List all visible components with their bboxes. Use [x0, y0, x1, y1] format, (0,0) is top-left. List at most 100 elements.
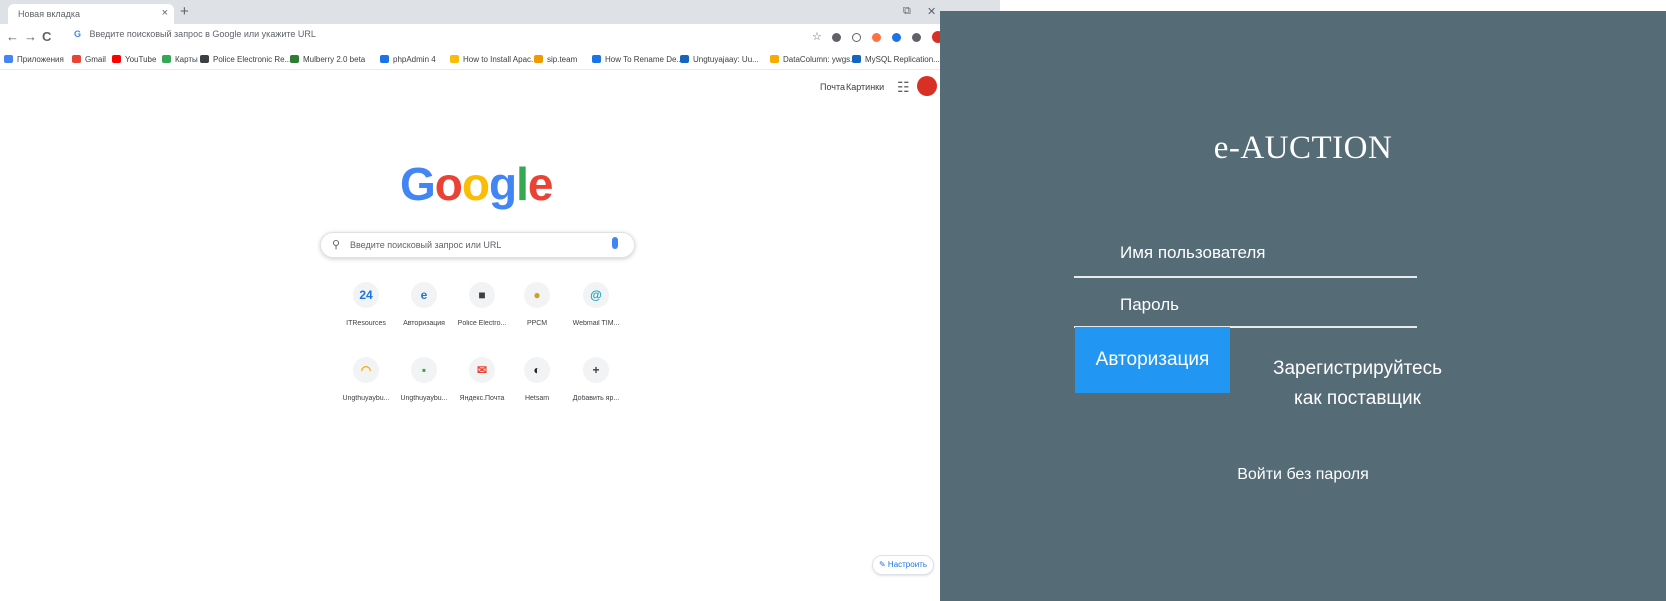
bookmark-favicon-icon — [770, 55, 779, 63]
shortcut-favicon-icon: ● — [524, 282, 550, 308]
bookmark-favicon-icon — [592, 55, 601, 63]
close-window-icon[interactable]: ✕ — [927, 5, 936, 18]
bookmark-item[interactable]: Ungtuyajaay: Uu... — [680, 55, 759, 64]
search-icon: ⚲ — [332, 239, 341, 251]
bookmark-label: Приложения — [17, 55, 64, 64]
new-tab-button[interactable]: + — [180, 3, 189, 20]
logo-letter: G — [400, 158, 436, 210]
address-bar[interactable]: G Введите поисковый запрос в Google или … — [74, 29, 864, 47]
address-bar-placeholder: Введите поисковый запрос в Google или ук… — [89, 29, 316, 39]
reload-icon[interactable]: C — [42, 30, 51, 44]
microphone-icon[interactable] — [612, 237, 618, 249]
tab-title: Новая вкладка — [18, 9, 81, 19]
bookmark-label: How to Install Apac... — [463, 55, 538, 64]
shortcut-tile[interactable]: @ Webmail TIM... — [560, 282, 632, 327]
username-field[interactable]: Имя пользователя — [1120, 243, 1266, 263]
avatar[interactable] — [917, 76, 937, 96]
google-logo: Google — [400, 157, 560, 210]
bookmark-label: How To Rename De... — [605, 55, 684, 64]
bookmark-item[interactable]: Mulberry 2.0 beta — [290, 55, 365, 64]
shortcut-favicon-icon: + — [583, 357, 609, 383]
shortcut-favicon-icon: ▪ — [411, 357, 437, 383]
browser-toolbar: ← → C G Введите поисковый запрос в Googl… — [0, 24, 1000, 52]
bookmark-item[interactable]: phpAdmin 4 — [380, 55, 436, 64]
extension-icon[interactable] — [852, 33, 861, 42]
restore-window-icon[interactable]: ⧉ — [903, 5, 911, 18]
customize-button[interactable]: ✎ Настроить — [872, 555, 934, 575]
bookmark-item[interactable]: MySQL Replication... — [852, 55, 940, 64]
bookmark-label: Карты — [175, 55, 198, 64]
bookmark-item[interactable]: Gmail — [72, 55, 106, 64]
forward-arrow-icon[interactable]: → — [24, 30, 37, 44]
extension-icon[interactable] — [832, 33, 841, 42]
apps-grid-icon[interactable]: ☷ — [897, 79, 910, 96]
logo-letter: o — [461, 158, 490, 210]
bookmark-favicon-icon — [162, 55, 171, 63]
bookmark-item[interactable]: sip.team — [534, 55, 577, 64]
bookmark-item[interactable]: Приложения — [4, 55, 64, 64]
bookmarks-bar: Приложения Gmail YouTube Карты Police Electr… — [0, 52, 1000, 70]
google-g-icon: G — [74, 29, 82, 39]
bookmark-favicon-icon — [200, 55, 209, 63]
logo-letter: e — [527, 158, 554, 210]
shortcut-favicon-icon: @ — [583, 282, 609, 308]
shortcut-tile[interactable]: + Добавить яр... — [560, 357, 632, 402]
bookmark-label: MySQL Replication... — [865, 55, 940, 64]
username-underline — [1074, 276, 1417, 278]
bookmark-item[interactable]: How To Rename De... — [592, 55, 683, 64]
bookmark-label: Mulberry 2.0 beta — [303, 55, 366, 64]
register-line-2: как поставщик — [1294, 388, 1421, 409]
shortcut-favicon-icon: 24 — [353, 282, 379, 308]
bookmark-favicon-icon — [72, 55, 81, 63]
register-line-1: Зарегистрируйтесь — [1272, 358, 1443, 379]
new-tab-page: Почта Картинки ☷ Google ⚲ 24ITResourcese… — [0, 70, 1000, 601]
tab-strip: Новая вкладка × + ⧉ ✕ — [0, 0, 1000, 24]
shortcut-favicon-icon: ■ — [469, 282, 495, 308]
back-arrow-icon[interactable]: ← — [6, 30, 19, 44]
bookmark-label: Gmail — [85, 55, 106, 64]
bookmark-favicon-icon — [680, 55, 689, 63]
bookmark-favicon-icon — [852, 55, 861, 63]
images-link[interactable]: Картинки — [846, 82, 884, 92]
logo-letter: g — [489, 158, 517, 210]
bookmark-favicon-icon — [112, 55, 121, 63]
extension-icon[interactable] — [892, 33, 901, 42]
browser-window: Новая вкладка × + ⧉ ✕ ← → C G Введите по… — [0, 0, 1000, 601]
bookmark-item[interactable]: Police Electronic Re... — [200, 55, 291, 64]
logo-letter: l — [516, 158, 529, 210]
shortcut-favicon-icon: ✉ — [469, 357, 495, 383]
bookmark-favicon-icon — [290, 55, 299, 63]
shortcut-favicon-icon: ◐ — [524, 357, 550, 383]
gmail-link[interactable]: Почта — [820, 82, 845, 92]
bookmark-item[interactable]: DataColumn: ywgs... — [770, 55, 857, 64]
bookmark-label: Ungtuyajaay: Uu... — [693, 55, 759, 64]
bookmark-label: YouTube — [125, 55, 157, 64]
register-supplier-link[interactable]: Зарегистрируйтесь как поставщик — [1265, 354, 1450, 414]
bookmark-star-icon[interactable]: ☆ — [812, 30, 822, 44]
close-icon[interactable]: × — [162, 7, 168, 19]
tab-new-tab[interactable]: Новая вкладка × — [8, 4, 174, 24]
bookmark-item[interactable]: Карты — [162, 55, 198, 64]
bookmark-favicon-icon — [4, 55, 13, 63]
shortcut-favicon-icon: e — [411, 282, 437, 308]
bookmark-label: sip.team — [547, 55, 578, 64]
login-button[interactable]: Авторизация — [1075, 327, 1230, 393]
extension-icon[interactable] — [872, 33, 881, 42]
bookmark-label: DataColumn: ywgs... — [783, 55, 857, 64]
bookmark-item[interactable]: YouTube — [112, 55, 156, 64]
bookmark-label: phpAdmin 4 — [393, 55, 436, 64]
auction-login-panel: e-AUCTION Имя пользователя Пароль Автори… — [940, 11, 1666, 601]
bookmark-item[interactable]: How to Install Apac... — [450, 55, 538, 64]
search-input[interactable] — [350, 237, 610, 253]
passwordless-login-link[interactable]: Войти без пароля — [940, 466, 1666, 484]
shortcut-favicon-icon: ◠ — [353, 357, 379, 383]
logo-letter: o — [434, 158, 463, 210]
password-field[interactable]: Пароль — [1120, 295, 1179, 315]
bookmark-favicon-icon — [380, 55, 389, 63]
shortcut-label: Добавить яр... — [572, 395, 620, 402]
shortcut-label: Webmail TIM... — [572, 320, 620, 327]
puzzle-extension-icon[interactable] — [912, 33, 921, 42]
search-box[interactable]: ⚲ — [320, 232, 635, 258]
bookmark-favicon-icon — [534, 55, 543, 63]
brand-title: e-AUCTION — [1213, 130, 1393, 166]
